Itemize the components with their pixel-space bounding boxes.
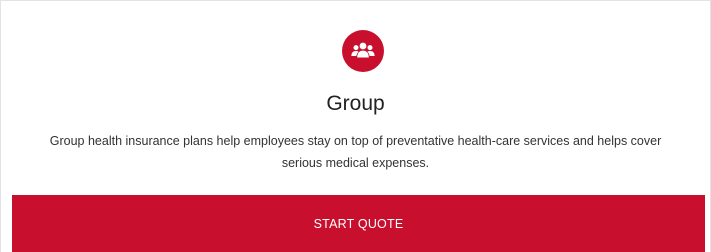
card-title: Group [326,92,385,115]
start-quote-button[interactable]: START QUOTE [12,195,705,252]
group-plan-card: Group Group health insurance plans help … [0,0,711,252]
card-description: Group health insurance plans help employ… [49,134,662,170]
group-people-icon [342,30,384,72]
